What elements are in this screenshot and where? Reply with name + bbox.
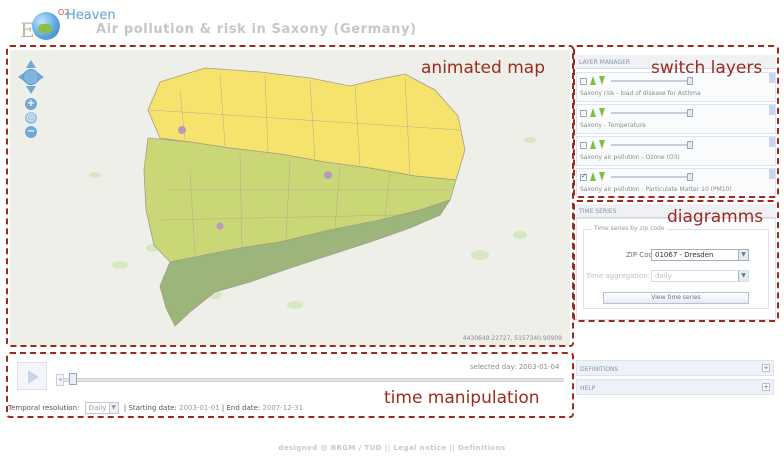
help-panel-header[interactable]: HELP + — [576, 379, 774, 395]
globe-icon — [32, 12, 60, 40]
annotation-diagrams: diagramms — [667, 207, 764, 227]
help-label: HELP — [580, 385, 596, 392]
definitions-panel-header[interactable]: DEFINITIONS + — [576, 360, 774, 376]
annotation-animated-map: animated map — [421, 58, 545, 78]
app-root: E O2 Heaven Air pollution & risk in Saxo… — [0, 0, 784, 456]
expand-icon[interactable]: + — [762, 383, 770, 391]
time-annotation-frame — [6, 352, 574, 418]
definitions-label: DEFINITIONS — [580, 366, 619, 373]
logo-word: Heaven — [66, 8, 116, 23]
annotation-switch-layers: switch layers — [651, 58, 763, 78]
expand-icon[interactable]: + — [762, 364, 770, 372]
app-logo: E O2 Heaven — [16, 4, 116, 44]
annotation-time-manipulation: time manipulation — [384, 388, 540, 408]
map-annotation-frame — [6, 45, 574, 347]
footer: designed @ BRGM / TUD || Legal notice ||… — [278, 444, 506, 452]
page-title: Air pollution & risk in Saxony (Germany) — [96, 22, 417, 37]
